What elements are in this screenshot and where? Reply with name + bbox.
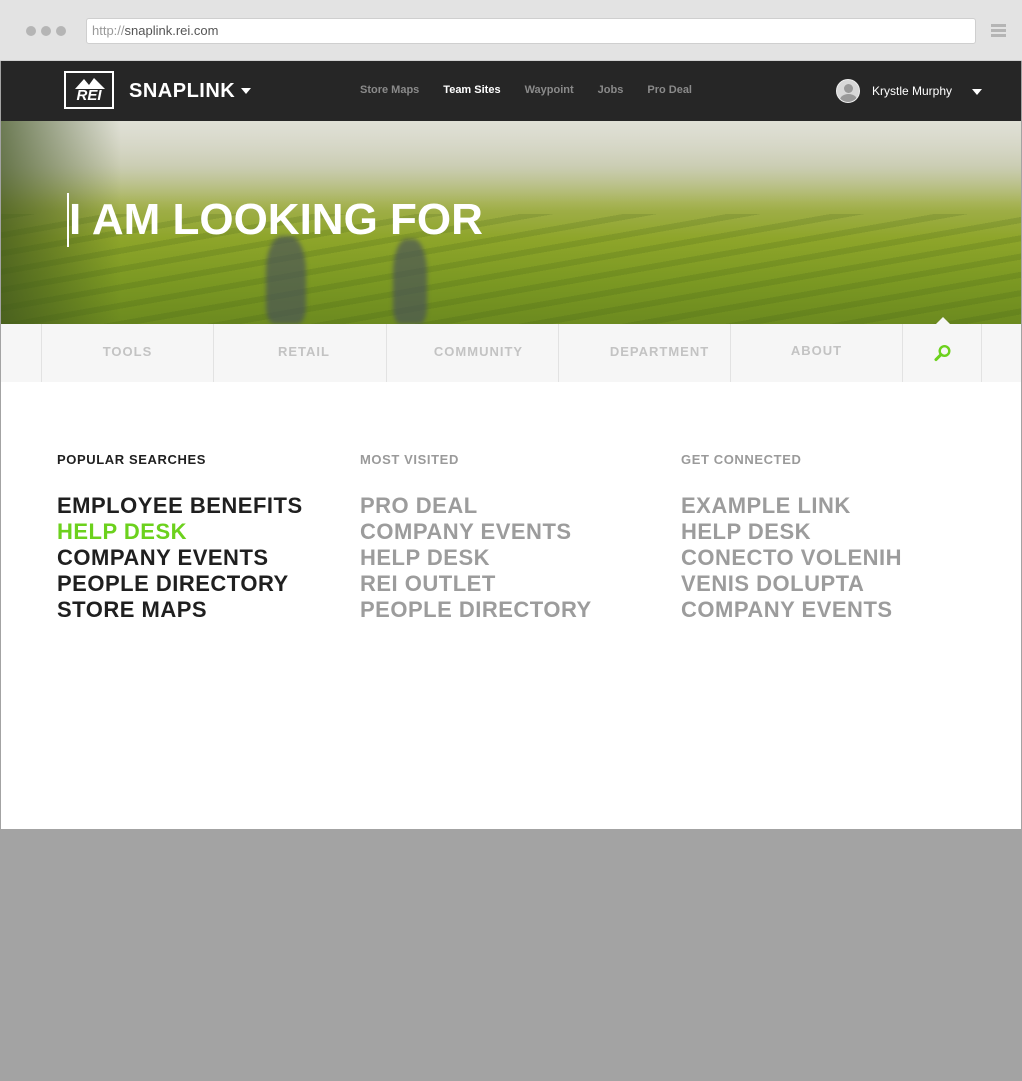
browser-chrome: http://snaplink.rei.com xyxy=(0,0,1022,61)
list-item[interactable]: VENIS DOLUPTA xyxy=(681,571,902,597)
chevron-down-icon[interactable] xyxy=(972,89,982,95)
address-bar[interactable]: http://snaplink.rei.com xyxy=(86,18,976,44)
nav-pro-deal[interactable]: Pro Deal xyxy=(647,84,692,96)
url-protocol: http:// xyxy=(92,23,125,38)
top-navigation: REI SNAPLINK Store Maps Team Sites Waypo… xyxy=(1,61,1021,121)
list-item[interactable]: REI OUTLET xyxy=(360,571,592,597)
list-item[interactable]: COMPANY EVENTS xyxy=(681,597,902,623)
window-dot[interactable] xyxy=(41,26,51,36)
list-item[interactable]: PEOPLE DIRECTORY xyxy=(57,571,303,597)
list-item[interactable]: HELP DESK xyxy=(681,519,902,545)
tab-tools[interactable]: TOOLS xyxy=(41,324,213,382)
search-suggestions: POPULAR SEARCHES EMPLOYEE BENEFITS HELP … xyxy=(1,382,1021,829)
tab-retail[interactable]: RETAIL xyxy=(213,324,386,382)
list-item[interactable]: EXAMPLE LINK xyxy=(681,493,902,519)
main-nav: Store Maps Team Sites Waypoint Jobs Pro … xyxy=(360,84,692,96)
url-host: snaplink.rei.com xyxy=(124,23,219,38)
list-item[interactable]: HELP DESK xyxy=(360,545,592,571)
rei-logo[interactable]: REI xyxy=(64,71,114,109)
chevron-down-icon[interactable] xyxy=(241,88,251,94)
window-dot[interactable] xyxy=(26,26,36,36)
list-item[interactable]: CONECTO VOLENIH xyxy=(681,545,902,571)
mountain-icon xyxy=(75,78,105,89)
brand-name[interactable]: SNAPLINK xyxy=(129,80,235,103)
window-dot[interactable] xyxy=(56,26,66,36)
user-name[interactable]: Krystle Murphy xyxy=(872,84,952,98)
category-tabs: TOOLS RETAIL COMMUNITY DEPARTMENT ABOUT xyxy=(1,317,1021,382)
section-heading: POPULAR SEARCHES xyxy=(57,452,207,467)
nav-jobs[interactable]: Jobs xyxy=(598,84,624,96)
user-menu[interactable]: Krystle Murphy xyxy=(836,79,982,103)
hero-banner: I AM LOOKING FOR xyxy=(1,121,1021,324)
nav-team-sites[interactable]: Team Sites xyxy=(443,84,500,96)
nav-store-maps[interactable]: Store Maps xyxy=(360,84,419,96)
tab-department[interactable]: DEPARTMENT xyxy=(558,324,730,382)
list-item[interactable]: COMPANY EVENTS xyxy=(57,545,303,571)
section-heading: GET CONNECTED xyxy=(681,452,802,467)
section-heading: MOST VISITED xyxy=(360,452,459,467)
tab-community[interactable]: COMMUNITY xyxy=(386,324,558,382)
nav-waypoint[interactable]: Waypoint xyxy=(525,84,574,96)
menu-icon[interactable] xyxy=(991,24,1006,38)
list-item[interactable]: EMPLOYEE BENEFITS xyxy=(57,493,303,519)
tab-about[interactable]: ABOUT xyxy=(730,324,902,382)
hiker-image xyxy=(266,236,306,324)
list-item[interactable]: PRO DEAL xyxy=(360,493,592,519)
avatar[interactable] xyxy=(836,79,860,103)
tab-search[interactable] xyxy=(902,317,982,382)
get-connected: GET CONNECTED EXAMPLE LINK HELP DESK CON… xyxy=(681,452,902,623)
window-controls[interactable] xyxy=(26,26,66,36)
list-item[interactable]: HELP DESK xyxy=(57,519,303,545)
search-icon xyxy=(934,344,951,362)
most-visited: MOST VISITED PRO DEAL COMPANY EVENTS HEL… xyxy=(360,452,592,623)
list-item[interactable]: PEOPLE DIRECTORY xyxy=(360,597,592,623)
logo-text: REI xyxy=(76,87,102,104)
list-item[interactable]: STORE MAPS xyxy=(57,597,303,623)
search-input[interactable]: I AM LOOKING FOR xyxy=(67,193,483,247)
popular-searches: POPULAR SEARCHES EMPLOYEE BENEFITS HELP … xyxy=(57,452,303,623)
hiker-image xyxy=(393,239,427,324)
list-item[interactable]: COMPANY EVENTS xyxy=(360,519,592,545)
